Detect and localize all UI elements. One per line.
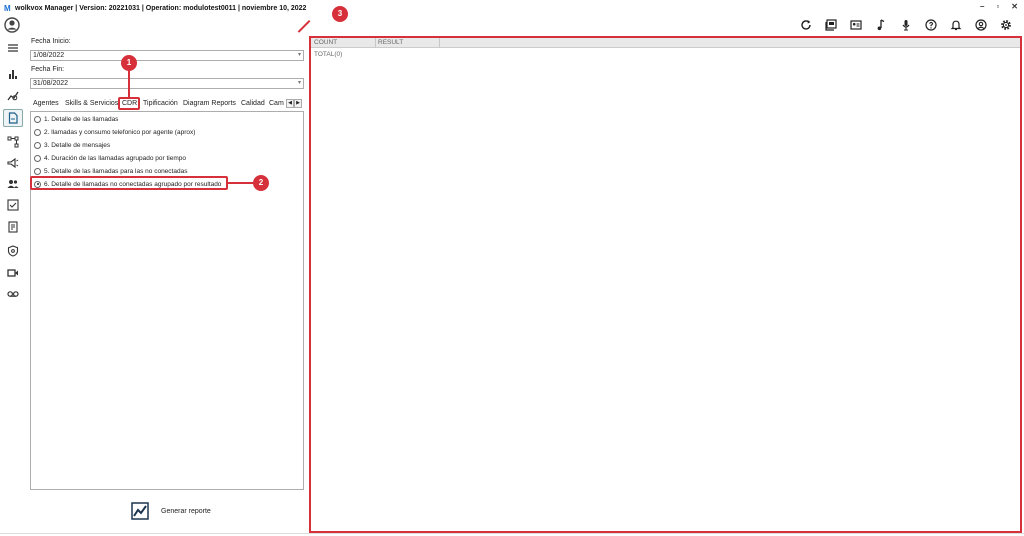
report-option-label: 4. Duración de las llamadas agrupado por…	[44, 154, 187, 162]
radio-button[interactable]	[34, 128, 41, 136]
document-icon[interactable]	[3, 109, 23, 127]
tab-tipificacion[interactable]: Tipificación	[143, 100, 178, 107]
badge-1: 1	[121, 55, 137, 71]
chevron-down-icon[interactable]: ▾	[298, 79, 301, 88]
title-bar: M wolkvox Manager | Version: 20221031 | …	[0, 0, 1024, 16]
flow-icon[interactable]	[6, 135, 20, 149]
radio-button[interactable]	[34, 167, 41, 175]
report-option-label: 3. Detalle de mensajes	[44, 141, 111, 149]
end-date-value: 31/08/2022	[33, 80, 69, 87]
agents-icon[interactable]	[6, 177, 20, 191]
bottom-divider	[0, 533, 1024, 534]
end-date-field[interactable]: 31/08/2022 ▾	[30, 78, 304, 89]
voicemail-icon[interactable]	[6, 287, 20, 301]
results-header: COUNT RESULT	[311, 38, 1020, 48]
menu-icon[interactable]	[6, 41, 20, 55]
bell-icon[interactable]	[943, 16, 968, 34]
arrow-1	[128, 70, 130, 97]
report-tabs: Agentes Skills & Servicios CDR Tipificac…	[30, 98, 304, 110]
microphone-icon[interactable]	[893, 16, 918, 34]
user-avatar-icon[interactable]	[4, 17, 20, 33]
checklist-icon[interactable]	[6, 198, 20, 212]
close-button[interactable]: ✕	[1011, 2, 1018, 11]
music-note-icon[interactable]	[868, 16, 893, 34]
column-result[interactable]: RESULT	[378, 39, 403, 46]
tab-scroll-right-icon[interactable]: ▶	[294, 99, 302, 108]
radio-button[interactable]	[34, 154, 41, 162]
report-option-4[interactable]: 4. Duración de las llamadas agrupado por…	[34, 153, 186, 163]
book-icon[interactable]	[818, 16, 843, 34]
report-option-3[interactable]: 3. Detalle de mensajes	[34, 140, 110, 150]
tab-scroll-left-icon[interactable]: ◀	[286, 99, 294, 108]
app-logo: M	[4, 3, 11, 13]
bar-chart-icon[interactable]	[6, 67, 20, 81]
start-date-field[interactable]: 1/08/2022 ▾	[30, 50, 304, 61]
badge-3: 3	[332, 6, 348, 22]
top-toolbar	[793, 16, 1018, 34]
chart-line-icon	[131, 502, 149, 520]
tab-skills-servicios[interactable]: Skills & Servicios	[65, 100, 118, 107]
user-circle-icon[interactable]	[968, 16, 993, 34]
report-option-label: 2. llamadas y consumo telefonico por age…	[44, 128, 196, 136]
contact-card-icon[interactable]	[843, 16, 868, 34]
chevron-down-icon[interactable]: ▾	[298, 51, 301, 60]
report-option-label: 5. Detalle de las llamadas para las no c…	[44, 167, 188, 175]
campaign-icon[interactable]	[6, 156, 20, 170]
window-title: wolkvox Manager | Version: 20221031 | Op…	[15, 4, 307, 12]
generate-report-button[interactable]: Generar reporte	[131, 502, 211, 520]
arrow-2	[228, 182, 254, 184]
tab-scroll-arrows: ◀ ▶	[286, 99, 302, 108]
end-date-label: Fecha Fin:	[31, 66, 65, 73]
report-option-5[interactable]: 5. Detalle de las llamadas para las no c…	[34, 166, 187, 176]
report-option-1[interactable]: 1. Detalle de las llamadas	[34, 114, 118, 124]
arrow-3	[297, 20, 311, 33]
sidebar	[0, 36, 26, 536]
results-total: TOTAL(0)	[314, 51, 343, 58]
start-date-value: 1/08/2022	[33, 52, 65, 59]
generate-report-label: Generar reporte	[161, 507, 211, 515]
highlight-cdr-tab	[118, 97, 140, 110]
badge-2: 2	[253, 175, 269, 191]
report-option-label: 1. Detalle de las llamadas	[44, 115, 119, 123]
results-grid: COUNT RESULT TOTAL(0)	[309, 36, 1022, 533]
radio-button[interactable]	[34, 115, 41, 123]
tab-cam[interactable]: Cam	[269, 100, 284, 107]
refresh-icon[interactable]	[793, 16, 818, 34]
tab-diagram-reports[interactable]: Diagram Reports	[183, 100, 236, 107]
report-icon[interactable]	[6, 220, 20, 234]
help-icon[interactable]	[918, 16, 943, 34]
highlight-option-6	[30, 176, 228, 190]
video-icon[interactable]	[6, 266, 20, 280]
start-date-label: Fecha Inicio:	[31, 38, 71, 45]
column-count[interactable]: COUNT	[314, 39, 337, 46]
window-controls: – ▫ ✕	[980, 2, 1018, 11]
analytics-icon[interactable]	[6, 89, 20, 103]
tab-calidad[interactable]: Calidad	[241, 100, 265, 107]
cdr-tab-panel: 1. Detalle de las llamadas 2. llamadas y…	[30, 111, 304, 490]
minimize-button[interactable]: –	[980, 2, 984, 11]
report-option-2[interactable]: 2. llamadas y consumo telefonico por age…	[34, 127, 195, 137]
restore-button[interactable]: ▫	[996, 2, 999, 11]
shield-icon[interactable]	[6, 244, 20, 258]
tab-agentes[interactable]: Agentes	[33, 100, 59, 107]
settings-icon[interactable]	[993, 16, 1018, 34]
filter-panel: Fecha Inicio: 1/08/2022 ▾ Fecha Fin: 31/…	[28, 34, 307, 534]
radio-button[interactable]	[34, 141, 41, 149]
